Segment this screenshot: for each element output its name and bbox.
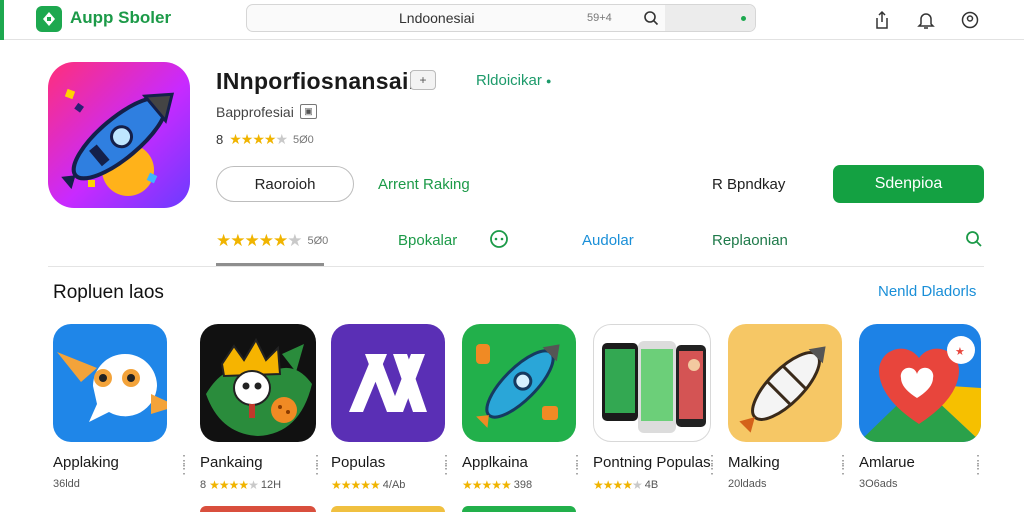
x-app-icon[interactable]: [331, 324, 445, 442]
star-rating-icon: ★★★★★★: [216, 231, 302, 250]
app-subtitle: Bapprofesiai: [216, 104, 294, 120]
app-card-meta-text: 12H: [260, 479, 282, 491]
star-rating-icon: ★★★★★: [209, 478, 259, 492]
tab-ratings[interactable]: ★★★★★★ 5Ø0: [216, 231, 328, 251]
next-row-card-peek: [462, 506, 576, 512]
title-badge[interactable]: +: [410, 70, 436, 90]
app-card[interactable]: ★ Amlarue 3O6ads ⋮ ⋮: [859, 324, 989, 490]
rating-label-link[interactable]: R Bpndkay: [712, 176, 785, 193]
app-card-meta-text: 36ldd: [53, 478, 80, 490]
next-row-card-peek: [331, 506, 445, 512]
tab-rating-count: 5Ø0: [307, 235, 329, 247]
tab-replaonian[interactable]: Replaonian: [712, 232, 788, 249]
chevron-down-icon[interactable]: ●: [546, 76, 551, 86]
app-card-meta: 20ldads: [728, 478, 767, 490]
star-rating-icon: ★★★★★: [593, 478, 643, 492]
store-brand-name[interactable]: Aupp Sboler: [70, 8, 171, 28]
tabs-divider: [48, 266, 984, 267]
share-icon[interactable]: [870, 8, 894, 32]
app-card-meta: 8 ★★★★★ 12H: [200, 478, 281, 492]
app-title: INnporfiosnansaii: [216, 68, 416, 94]
app-card[interactable]: Applaking 36ldd ⋮ ⋮: [53, 324, 191, 490]
app-card-meta-text: 4/Ab: [382, 479, 406, 491]
app-card-rating-value: 8: [200, 479, 207, 491]
app-card[interactable]: Applkaina ★★★★★ 398 ⋮ ⋮: [462, 324, 592, 492]
app-card[interactable]: Pontning Populas ★★★★★ 4B ⋮ ⋮: [593, 324, 723, 492]
phones-app-icon[interactable]: [593, 324, 711, 442]
heart-map-app-icon[interactable]: ★: [859, 324, 981, 442]
store-logo-icon[interactable]: [36, 6, 62, 32]
search-bar[interactable]: Lndoonesiai 59+4: [246, 4, 756, 32]
app-card-name[interactable]: Pontning Populas: [593, 454, 711, 471]
app-card[interactable]: Populas ★★★★★ 4/Ab ⋮ ⋮: [331, 324, 461, 492]
app-card-meta: ★★★★★ 398: [462, 478, 532, 492]
tab-bpokalar[interactable]: Bpokalar: [398, 232, 457, 249]
app-card-name[interactable]: Pankaing: [200, 454, 263, 471]
bird-app-icon[interactable]: [53, 324, 167, 442]
app-card-meta: 36ldd: [53, 478, 80, 490]
top-bar: Aupp Sboler Lndoonesiai 59+4: [0, 0, 1024, 40]
search-icon[interactable]: [643, 10, 659, 31]
rating-count: 5Ø0: [293, 133, 314, 146]
king-app-icon[interactable]: [200, 324, 316, 442]
app-card-name[interactable]: Applaking: [53, 454, 119, 471]
star-rating-icon: ★★★★★: [331, 478, 381, 492]
more-options-icon[interactable]: ⋮ ⋮: [310, 453, 324, 475]
see-all-link[interactable]: Nenld Dladorls: [878, 283, 976, 300]
more-options-icon[interactable]: ⋮ ⋮: [570, 453, 584, 475]
app-card-meta-text: 3O6ads: [859, 478, 898, 490]
rocket-app-icon[interactable]: [462, 324, 576, 442]
next-row-card-peek: [200, 506, 316, 512]
app-card[interactable]: Malking 20ldads ⋮ ⋮: [728, 324, 858, 490]
app-card[interactable]: Pankaing 8 ★★★★★ 12H ⋮ ⋮: [200, 324, 330, 492]
more-options-icon[interactable]: ⋮ ⋮: [836, 453, 850, 475]
tab-audolar[interactable]: Audolar: [582, 232, 634, 249]
search-status-dot: [741, 16, 746, 21]
app-card-name[interactable]: Applkaina: [462, 454, 528, 471]
app-icon-rocket: [48, 62, 190, 208]
age-rating-icon: ▣: [300, 104, 317, 119]
account-icon[interactable]: [958, 8, 982, 32]
rocket-app-icon[interactable]: [728, 324, 842, 442]
svg-text:★: ★: [955, 345, 965, 358]
install-button[interactable]: Sdenpioa: [833, 165, 984, 203]
app-card-meta: ★★★★★ 4B: [593, 478, 658, 492]
app-card-meta-text: 398: [513, 479, 533, 491]
more-options-icon[interactable]: ⋮ ⋮: [705, 453, 719, 475]
app-card-meta-text: 20ldads: [728, 478, 767, 490]
star-rating-icon: ★★★★★: [462, 478, 512, 492]
developer-name[interactable]: Rldoicikar: [476, 72, 542, 89]
search-count: 59+4: [587, 12, 612, 24]
app-card-meta: 3O6ads: [859, 478, 898, 490]
app-card-name[interactable]: Malking: [728, 454, 780, 471]
section-title: Ropluen laos: [53, 282, 164, 303]
ranking-link[interactable]: Arrent Raking: [378, 176, 470, 193]
app-card-meta-text: 4B: [644, 479, 659, 491]
app-card-name[interactable]: Populas: [331, 454, 385, 471]
search-icon[interactable]: [965, 230, 983, 253]
preview-button[interactable]: Raoroioh: [216, 166, 354, 202]
more-options-icon[interactable]: ⋮ ⋮: [971, 453, 985, 475]
developer-link[interactable]: Rldoicikar ●: [476, 72, 551, 89]
app-card-meta: ★★★★★ 4/Ab: [331, 478, 405, 492]
rating-summary: 8 ★★★★★ 5Ø0: [216, 131, 314, 148]
header-accent-bar: [0, 0, 4, 40]
app-card-name[interactable]: Amlarue: [859, 454, 915, 471]
chat-icon[interactable]: [488, 229, 510, 254]
more-options-icon[interactable]: ⋮ ⋮: [439, 453, 453, 475]
more-options-icon[interactable]: ⋮ ⋮: [177, 453, 191, 475]
search-input[interactable]: Lndoonesiai: [399, 10, 475, 26]
star-rating-icon: ★★★★★: [229, 131, 288, 147]
rating-value: 8: [216, 132, 224, 147]
notification-bell-icon[interactable]: [914, 8, 938, 32]
